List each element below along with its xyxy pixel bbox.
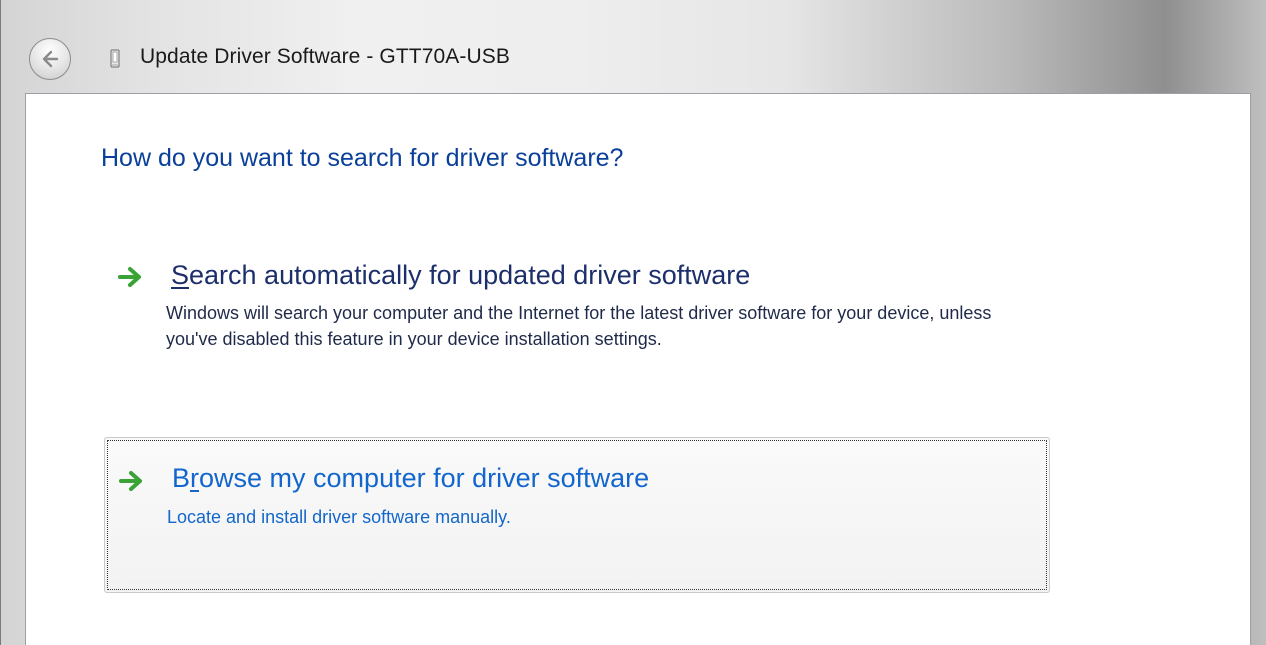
accelerator-letter: r <box>190 463 200 493</box>
dialog-content: How do you want to search for driver sof… <box>25 93 1251 645</box>
page-heading: How do you want to search for driver sof… <box>101 144 624 172</box>
title-bar: Update Driver Software - GTT70A-USB <box>1 0 1266 92</box>
window-title: Update Driver Software - GTT70A-USB <box>140 45 510 68</box>
dialog-frame: Update Driver Software - GTT70A-USB How … <box>0 0 1266 645</box>
back-arrow-icon <box>42 50 59 68</box>
option-description: Windows will search your computer and th… <box>166 303 992 349</box>
green-arrow-icon <box>119 471 142 491</box>
option-title: Search automatically for updated driver … <box>171 260 750 291</box>
option-title-text: owse my computer for driver software <box>199 463 650 493</box>
usb-device-icon <box>110 49 120 68</box>
accelerator-letter: S <box>171 260 190 290</box>
option-title: Browse my computer for driver software <box>172 463 649 494</box>
option-description: Locate and install driver software manua… <box>167 507 511 527</box>
back-button[interactable] <box>29 38 71 80</box>
search-automatically-option[interactable]: Search automatically for updated driver … <box>104 252 1050 392</box>
green-arrow-icon <box>118 267 141 287</box>
option-title-start: B <box>172 463 191 493</box>
browse-computer-option[interactable]: Browse my computer for driver software L… <box>104 437 1050 593</box>
option-title-text: earch automatically for updated driver s… <box>189 260 751 290</box>
